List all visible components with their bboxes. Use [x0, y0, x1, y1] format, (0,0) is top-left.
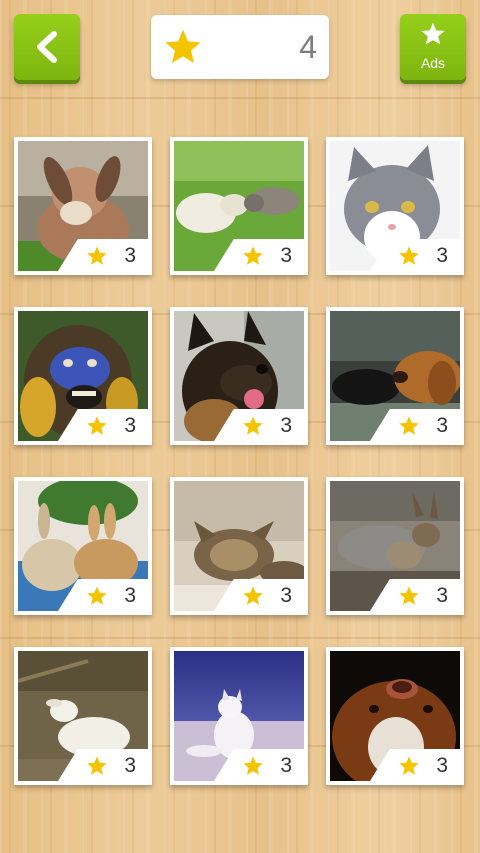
level-tile-cat-and-dog[interactable]: 3	[326, 307, 464, 445]
level-tile-german-shepherd[interactable]: 3	[170, 307, 308, 445]
level-tile-rabbits[interactable]: 3	[14, 477, 152, 615]
level-tile-dog[interactable]: 3	[326, 647, 464, 785]
stars-count: 3	[436, 414, 448, 437]
star-icon	[243, 586, 263, 605]
star-icon	[243, 756, 263, 775]
level-tile-kitten[interactable]: 3	[170, 477, 308, 615]
level-tile-arctic-fox[interactable]: 3	[170, 647, 308, 785]
star-icon	[87, 416, 107, 435]
back-button[interactable]	[14, 14, 80, 80]
star-icon	[399, 246, 419, 265]
stars-count: 3	[280, 414, 292, 437]
stars-count: 3	[436, 584, 448, 607]
star-icon	[87, 756, 107, 775]
star-icon	[399, 756, 419, 775]
star-icon	[165, 29, 201, 63]
stars-count: 3	[124, 414, 136, 437]
ads-button[interactable]: Ads	[400, 14, 466, 80]
stars-count: 3	[436, 754, 448, 777]
stars-count: 3	[280, 754, 292, 777]
level-tile-monkey[interactable]: 3	[14, 307, 152, 445]
star-icon	[399, 416, 419, 435]
stars-count: 3	[280, 584, 292, 607]
stars-count: 3	[124, 754, 136, 777]
chevron-left-icon	[37, 31, 57, 63]
stars-count: 3	[124, 244, 136, 267]
star-icon	[243, 246, 263, 265]
level-tile-cat[interactable]: 3	[326, 137, 464, 275]
ads-label: Ads	[420, 55, 446, 71]
score-panel: 4	[151, 15, 329, 79]
stars-count: 3	[436, 244, 448, 267]
level-tile-lambs[interactable]: 3	[170, 137, 308, 275]
star-icon	[243, 416, 263, 435]
star-icon	[399, 586, 419, 605]
star-icon	[87, 586, 107, 605]
stars-count: 3	[280, 244, 292, 267]
level-tile-lamb[interactable]: 3	[14, 647, 152, 785]
level-tile-mara[interactable]: 3	[326, 477, 464, 615]
stars-count: 3	[124, 584, 136, 607]
score-value: 4	[299, 29, 317, 65]
level-tile-rabbit[interactable]: 3	[14, 137, 152, 275]
star-icon	[421, 22, 445, 45]
star-icon	[87, 246, 107, 265]
